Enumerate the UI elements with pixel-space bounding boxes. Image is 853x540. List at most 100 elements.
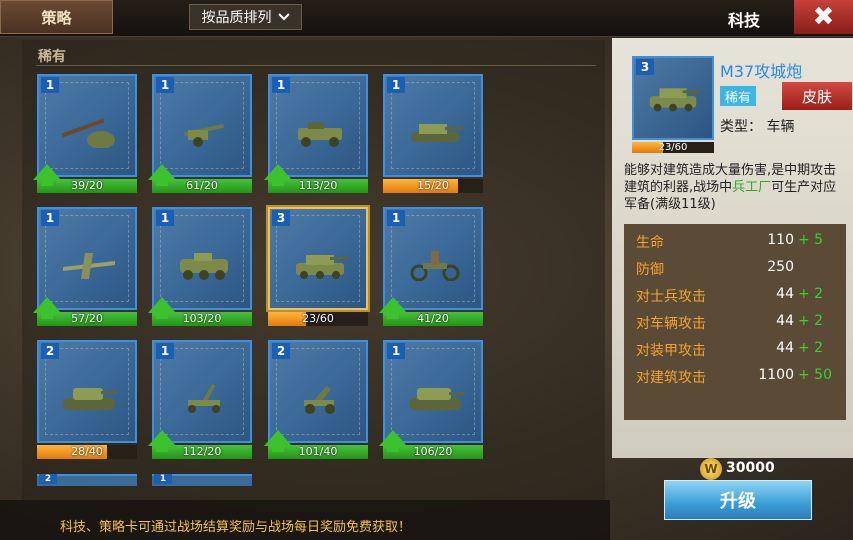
aa-gun-icon (174, 382, 234, 414)
field-gun-icon (174, 116, 234, 148)
motorcycle-icon (405, 249, 465, 282)
stat-value: 44 (776, 340, 794, 356)
medium-tank-icon (59, 382, 119, 414)
card-image: 1 (37, 74, 137, 177)
tech-card[interactable]: 1 103/20 (148, 207, 252, 333)
section-label-rare: 稀有 (38, 49, 66, 65)
card-image: 1 (383, 340, 483, 443)
tech-card[interactable]: 1 15/20 (383, 74, 483, 200)
card-level: 3 (272, 210, 290, 226)
upgrade-arrow-icon (379, 430, 407, 452)
card-level: 1 (156, 77, 174, 93)
stat-value: 110 (767, 232, 794, 248)
stat-value: 250 (767, 259, 794, 275)
tech-card[interactable]: 2 101/40 (264, 340, 368, 466)
card-level: 1 (156, 343, 174, 359)
section-divider (36, 65, 596, 66)
upgrade-arrow-icon (264, 164, 292, 186)
tech-card[interactable]: 1 41/20 (379, 207, 483, 333)
upgrade-button[interactable]: 升级 (664, 480, 812, 520)
card-image: 1 (268, 74, 368, 177)
top-bar (0, 0, 853, 37)
unit-description: 能够对建筑造成大量伤害,是中期攻击建筑的利器,战场中兵工厂可生产对应军备(满级1… (624, 162, 848, 213)
skin-button[interactable]: 皮肤 (782, 82, 852, 110)
stat-value: 44 (776, 313, 794, 329)
card-image: 1 (383, 207, 483, 310)
stat-row: 对士兵攻击 44 + 2 (636, 286, 836, 308)
detail-progress-bar: 23/60 (632, 142, 714, 153)
card-progress-bar: 23/60 (268, 312, 368, 326)
heavy-tank-icon (405, 382, 465, 414)
card-level: 1 (156, 210, 174, 226)
close-icon: ✖ (812, 2, 835, 32)
upgrade-arrow-icon (379, 297, 407, 319)
close-button[interactable]: ✖ (794, 0, 853, 34)
card-image: 1 (152, 74, 252, 177)
stat-row: 生命 110 + 5 (636, 232, 836, 254)
stat-value: 44 (776, 286, 794, 302)
assault-gun-icon (290, 249, 350, 281)
tech-card[interactable]: 1 113/20 (264, 74, 368, 200)
stat-bonus: + 2 (798, 313, 824, 329)
stat-bonus: + 50 (798, 367, 832, 383)
upgrade-arrow-icon (148, 430, 176, 452)
partial-card[interactable]: 1 (152, 474, 252, 486)
card-progress-text: 15/20 (417, 179, 449, 192)
stat-row: 对建筑攻击 1100 + 50 (636, 367, 836, 389)
footer-tip: 科技、策略卡可通过战场结算奖励与战场每日奖励免费获取！ (60, 520, 412, 535)
stat-name: 对装甲攻击 (636, 343, 706, 359)
card-progress-bar: 15/20 (383, 179, 483, 193)
partial-card[interactable]: 2 (37, 474, 137, 486)
assault-gun-icon (644, 78, 702, 118)
stat-name: 生命 (636, 235, 664, 251)
card-image: 1 (152, 207, 252, 310)
armored-car-icon (174, 249, 234, 281)
light-tank-icon (405, 116, 465, 148)
card-level: 1 (387, 343, 405, 359)
tech-title: 科技 (728, 11, 761, 30)
desc-highlight: 兵工厂 (732, 180, 772, 195)
stat-value: 1100 (758, 367, 794, 383)
tech-card[interactable]: 1 106/20 (379, 340, 483, 466)
tab-strategy[interactable]: 策略 (0, 0, 113, 34)
tech-card[interactable]: 2 28/40 (37, 340, 137, 466)
card-image: 1 (152, 340, 252, 443)
coin-icon: W (700, 458, 722, 480)
unit-name: M37攻城炮 (720, 62, 803, 81)
card-image: 2 (268, 340, 368, 443)
card-image: 3 (268, 207, 368, 310)
upgrade-arrow-icon (33, 297, 61, 319)
card-level: 2 (39, 474, 57, 484)
sort-dropdown[interactable]: 按品质排列 (189, 4, 302, 30)
upgrade-arrow-icon (264, 430, 292, 452)
rifle-helmet-icon (59, 116, 119, 149)
tech-card[interactable]: 3 23/60 (268, 207, 368, 333)
tech-card[interactable]: 1 61/20 (148, 74, 252, 200)
tech-card[interactable]: 1 39/20 (33, 74, 137, 200)
card-level: 1 (387, 210, 405, 226)
stat-bonus: + 2 (798, 340, 824, 356)
detail-card-image: 3 (632, 56, 714, 140)
stat-bonus: + 2 (798, 286, 824, 302)
card-level: 1 (41, 210, 59, 226)
upgrade-cost: 30000 (726, 460, 775, 476)
card-image: 2 (37, 340, 137, 443)
upgrade-arrow-icon (148, 297, 176, 319)
card-level: 1 (41, 77, 59, 93)
howitzer-icon (290, 382, 350, 414)
card-level: 1 (272, 77, 290, 93)
card-progress-bar: 28/40 (37, 445, 137, 459)
chevron-down-icon (277, 9, 290, 25)
tech-card[interactable]: 1 112/20 (148, 340, 252, 466)
jeep-icon (290, 116, 350, 148)
unit-type: 类型： 车辆 (720, 119, 795, 135)
sort-label: 按品质排列 (201, 10, 272, 26)
tech-card[interactable]: 1 57/20 (33, 207, 137, 333)
card-level: 2 (272, 343, 290, 359)
rarity-badge: 稀有 (720, 86, 756, 106)
stat-name: 对士兵攻击 (636, 289, 706, 305)
card-progress-text: 28/40 (71, 445, 103, 458)
stat-row: 对车辆攻击 44 + 2 (636, 313, 836, 335)
card-image: 1 (37, 207, 137, 310)
stat-bonus: + 5 (798, 232, 824, 248)
